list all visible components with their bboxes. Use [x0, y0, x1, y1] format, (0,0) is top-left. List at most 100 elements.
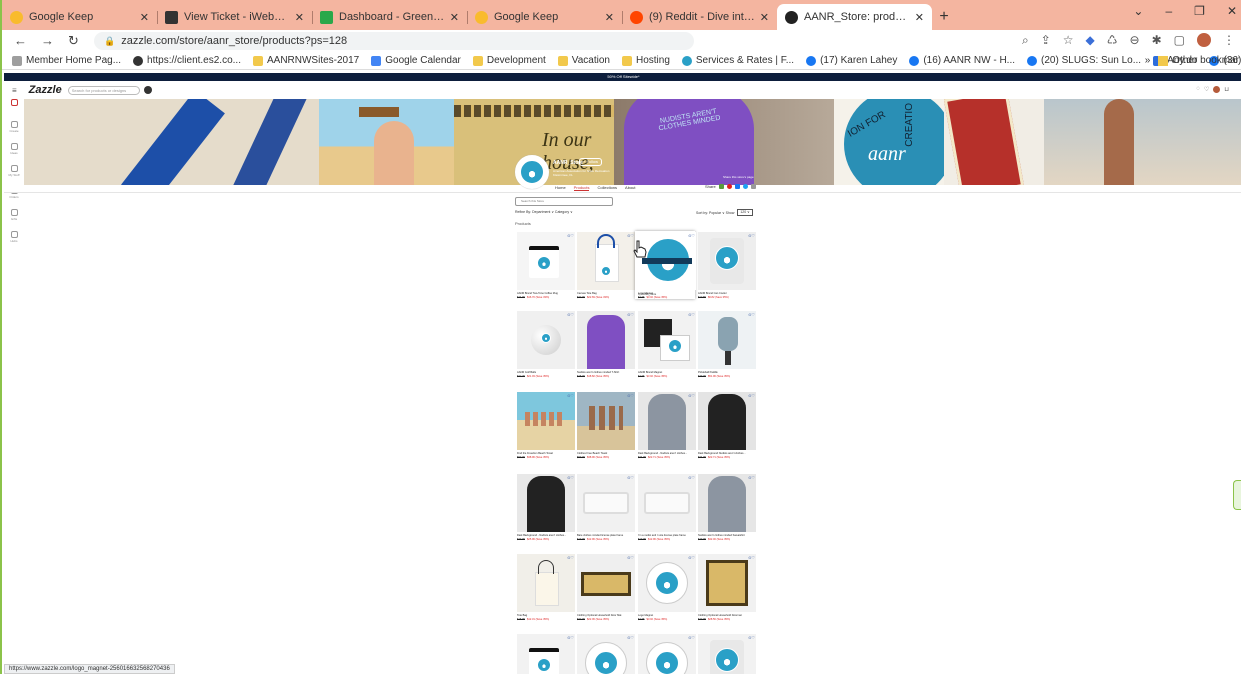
profile-avatar[interactable]: [1197, 33, 1211, 47]
refine-filters[interactable]: Refine By: Department ∨ Category ∨: [515, 210, 573, 214]
product-image[interactable]: ⊙♡: [638, 474, 696, 532]
rail-item-home[interactable]: [4, 99, 24, 121]
product-name[interactable]: AANR Golf Balls: [517, 371, 575, 374]
product-name[interactable]: Dark Background - Nudists aren't clothes…: [517, 534, 575, 537]
favorite-icon[interactable]: ⊙♡: [567, 393, 574, 398]
product-card[interactable]: ⊙♡ Clothing Optional Household Doormat $43…: [698, 554, 756, 626]
account-avatar[interactable]: [1213, 86, 1221, 93]
favorite-icon[interactable]: ⊙♡: [688, 555, 695, 560]
bookmark[interactable]: Google Calendar: [371, 55, 461, 66]
store-info-link[interactable]: Share this store’s page: [723, 175, 754, 179]
favorite-icon[interactable]: ⊙♡: [748, 475, 755, 480]
close-icon[interactable]: ✕: [605, 11, 614, 24]
extension-icon[interactable]: ♺: [1107, 33, 1118, 48]
product-card[interactable]: ⊙♡ Canvas Tote Bag $33.95 $22.69 (Save 33%): [577, 232, 635, 304]
favorite-icon[interactable]: ⊙♡: [688, 233, 695, 238]
tab-iwebfusion[interactable]: View Ticket - iWebFusion ✕: [157, 4, 312, 30]
product-image[interactable]: ⊙♡: [698, 474, 756, 532]
favorite-icon[interactable]: ⊙♡: [748, 635, 755, 640]
product-card[interactable]: ⊙♡ Dark Background Nudists aren't clothes…: [698, 392, 756, 464]
extension-icon[interactable]: ⊖: [1130, 33, 1140, 48]
product-image[interactable]: ⊙♡: [638, 311, 696, 369]
product-image[interactable]: ⊙♡: [698, 554, 756, 612]
rail-item-hubs[interactable]: Hubs: [4, 231, 24, 253]
product-card[interactable]: ⊙♡: [517, 634, 575, 674]
product-card[interactable]: ⊙♡ Clothing Optional Household Door Mat $3…: [577, 554, 635, 626]
close-window-icon[interactable]: ✕: [1227, 4, 1237, 18]
favorite-icon[interactable]: ⊙♡: [748, 555, 755, 560]
product-image[interactable]: ⊙♡: [698, 634, 756, 674]
heart-icon[interactable]: ♡: [1204, 86, 1209, 93]
share-icon[interactable]: ⇪: [1041, 33, 1051, 48]
product-card[interactable]: ⊙♡ Nudists aren't clothes minded Sweatshi…: [698, 474, 756, 546]
promo-bar[interactable]: 50% Off Sitewide*: [4, 73, 1241, 81]
bookmark[interactable]: https://client.es2.co...: [133, 55, 241, 66]
minimize-icon[interactable]: –: [1165, 4, 1172, 18]
sort-dropdown[interactable]: Sort by: Popular ∨ Show: [696, 211, 734, 215]
favorite-icon[interactable]: ⊙♡: [748, 393, 755, 398]
product-name[interactable]: Pickleball Paddle: [698, 371, 756, 374]
sidepanel-icon[interactable]: ▢: [1174, 33, 1185, 48]
bookmark[interactable]: AANRNWSites-2017: [252, 55, 359, 66]
product-search-input[interactable]: Search this Store: [515, 197, 613, 206]
product-card[interactable]: ⊙♡ Dark Background - Nudists aren't cloth…: [638, 392, 696, 464]
favorite-icon[interactable]: ⊙♡: [688, 393, 695, 398]
favorite-icon[interactable]: ⊙♡: [567, 233, 574, 238]
product-image[interactable]: ⊙♡: [577, 232, 635, 290]
bookmark[interactable]: (17) Karen Lahey: [806, 55, 897, 66]
product-card[interactable]: ⊙♡ Dark Background - Nudists aren't cloth…: [517, 474, 575, 546]
product-name[interactable]: AANR Brand Can Cooler: [698, 292, 756, 295]
product-card[interactable]: ⊙♡ Find the Freedom Beach Towel $59.95 $38.…: [517, 392, 575, 464]
tab-home[interactable]: Home: [555, 185, 566, 191]
rail-item-gifts[interactable]: Gifts: [4, 209, 24, 231]
product-image[interactable]: ⊙♡: [577, 311, 635, 369]
product-image[interactable]: ⊙♡: [517, 474, 575, 532]
tab-zazzle[interactable]: AANR_Store: products on Zazzle ✕: [777, 4, 932, 30]
product-name[interactable]: Clothes Free Beach Towel: [577, 452, 635, 455]
product-name[interactable]: Clothing Optional Household Door Mat: [577, 614, 635, 617]
product-card[interactable]: ⊙♡ AANR Golf Balls $32.35 $21.03 (Save 35%): [517, 311, 575, 383]
tab-google-keep-1[interactable]: Google Keep ✕: [2, 4, 157, 30]
site-search-input[interactable]: Search for products or designs: [67, 85, 140, 95]
product-name[interactable]: Bare clothes minded license plate frame: [577, 534, 635, 537]
product-card[interactable]: ⊙♡ AANR Brand Can Cooler $10.85 $6.82 (Save…: [698, 232, 756, 304]
product-name[interactable]: Nudists aren't clothes minded Sweatshirt: [698, 534, 756, 537]
product-image[interactable]: ⊙♡: [698, 232, 756, 290]
cart-icon[interactable]: ⊔: [1224, 86, 1229, 93]
favorite-icon[interactable]: ⊙♡: [627, 393, 634, 398]
favorite-icon[interactable]: ⊙♡: [567, 635, 574, 640]
help-icon[interactable]: ◌: [1196, 86, 1200, 93]
product-name[interactable]: Logo Magnet: [638, 292, 696, 295]
favorite-icon[interactable]: ⊙♡: [748, 233, 755, 238]
extension-icon[interactable]: ◆: [1086, 33, 1095, 48]
product-name[interactable]: Tote Bag: [517, 614, 575, 617]
zoom-icon[interactable]: ⌕: [1022, 33, 1029, 48]
product-name[interactable]: Clothing Optional Household Doormat: [698, 614, 756, 617]
product-image[interactable]: ⊙♡: [517, 311, 575, 369]
embed-icon[interactable]: [750, 184, 756, 189]
product-card[interactable]: ⊙♡ AANR Brand Magnet $4.65 $3.02 (Save 35%): [638, 311, 696, 383]
product-card[interactable]: ⊙♡ Bare clothes minded license plate fram…: [577, 474, 635, 546]
product-image[interactable]: ⊙♡: [577, 554, 635, 612]
product-card[interactable]: ⊙♡ Nudists aren't clothes minded T-Shirt $…: [577, 311, 635, 383]
close-icon[interactable]: ✕: [450, 11, 459, 24]
bookmark[interactable]: Member Home Pag...: [12, 55, 121, 66]
tab-collections[interactable]: Collections: [597, 185, 617, 191]
product-name[interactable]: Logo Magnet: [638, 614, 696, 617]
bookmarks-overflow-button[interactable]: »: [1145, 55, 1151, 66]
forward-icon[interactable]: →: [41, 33, 54, 49]
product-name[interactable]: Dark Background Nudists aren't clothes..…: [698, 452, 756, 455]
bookmark[interactable]: Services & Rates | F...: [681, 55, 794, 66]
tab-greengeeks[interactable]: Dashboard - GreenGeeks® ✕: [312, 4, 467, 30]
product-card[interactable]: ⊙♡ AANR Brand Two-Tone Coffee Mug $24.95 $1…: [517, 232, 575, 304]
bookmark[interactable]: Development: [472, 55, 546, 66]
follow-button[interactable]: + Follow: [579, 158, 603, 166]
tab-search-icon[interactable]: ⌄: [1133, 4, 1143, 18]
product-image[interactable]: ⊙♡: [517, 634, 575, 674]
bookmark[interactable]: (20) SLUGS: Sun Lo...: [1027, 55, 1141, 66]
facebook-icon[interactable]: [734, 184, 740, 189]
product-card[interactable]: ⊙♡: [577, 634, 635, 674]
favorite-icon[interactable]: ⊙♡: [627, 312, 634, 317]
bookmark[interactable]: Hosting: [621, 55, 670, 66]
tab-about[interactable]: About: [625, 185, 635, 191]
